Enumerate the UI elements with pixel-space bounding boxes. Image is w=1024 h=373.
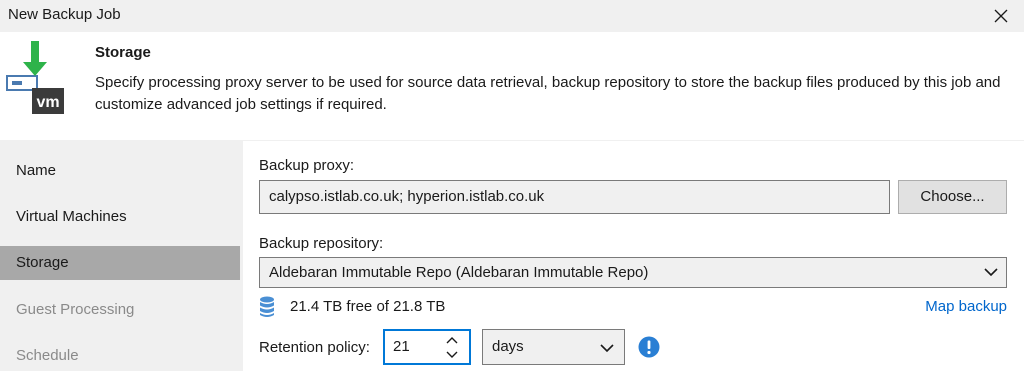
svg-text:vm: vm xyxy=(36,94,59,111)
window-title: New Backup Job xyxy=(8,6,121,23)
wizard-sidebar: Name Virtual Machines Storage Guest Proc… xyxy=(0,140,243,371)
nav-item-virtual-machines[interactable]: Virtual Machines xyxy=(0,200,240,234)
repository-free-space: 21.4 TB free of 21.8 TB xyxy=(290,298,446,315)
map-backup-link[interactable]: Map backup xyxy=(925,298,1007,315)
step-title: Storage xyxy=(95,44,151,61)
close-button[interactable] xyxy=(978,0,1024,32)
spin-up-icon[interactable] xyxy=(445,335,459,345)
title-bar: New Backup Job xyxy=(0,0,1024,32)
retention-value: 21 xyxy=(393,338,410,355)
vm-storage-icon: vm xyxy=(6,41,64,114)
spin-down-icon[interactable] xyxy=(445,350,459,360)
chevron-down-icon xyxy=(600,344,614,353)
retention-unit-value: days xyxy=(492,338,524,355)
backup-repository-label: Backup repository: xyxy=(259,235,384,252)
close-icon xyxy=(994,9,1008,23)
retention-policy-stepper[interactable]: 21 xyxy=(383,329,471,365)
retention-unit-select[interactable]: days xyxy=(482,329,625,365)
nav-item-guest-processing: Guest Processing xyxy=(16,301,135,318)
backup-proxy-label: Backup proxy: xyxy=(259,157,355,174)
repository-selected-value: Aldebaran Immutable Repo (Aldebaran Immu… xyxy=(269,264,649,281)
backup-repository-select[interactable]: Aldebaran Immutable Repo (Aldebaran Immu… xyxy=(259,257,1007,288)
backup-proxy-field[interactable]: calypso.istlab.co.uk; hyperion.istlab.co… xyxy=(259,180,890,214)
nav-item-storage[interactable]: Storage xyxy=(0,246,240,280)
info-icon[interactable] xyxy=(638,336,660,358)
chevron-down-icon xyxy=(984,268,998,277)
step-description: Specify processing proxy server to be us… xyxy=(95,74,1001,113)
database-icon xyxy=(260,296,274,317)
nav-item-name[interactable]: Name xyxy=(0,154,240,188)
retention-policy-label: Retention policy: xyxy=(259,339,370,356)
nav-item-schedule: Schedule xyxy=(16,347,79,364)
choose-button[interactable]: Choose... xyxy=(898,180,1007,214)
